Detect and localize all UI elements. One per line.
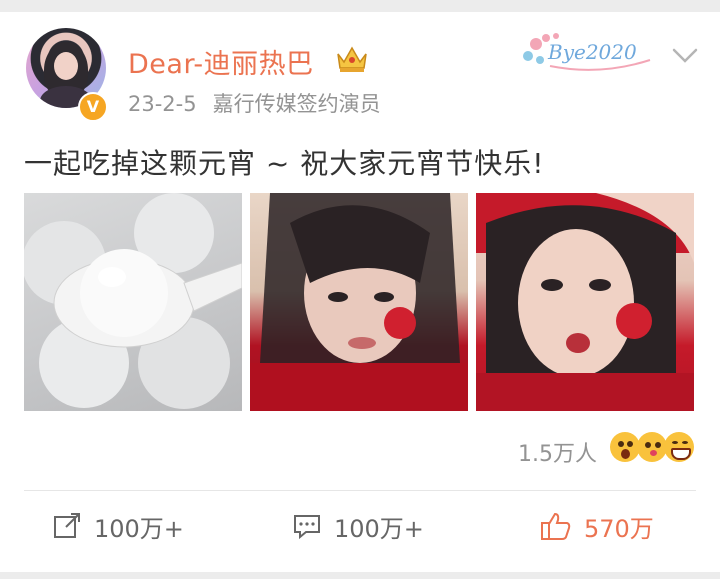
post-text: 一起吃掉这颗元宵 ~ 祝大家元宵节快乐!	[24, 147, 545, 180]
shocked-emoji-icon[interactable]	[610, 432, 640, 462]
action-divider	[24, 490, 696, 491]
repost-count: 100万+	[94, 514, 184, 543]
top-spacer	[0, 0, 720, 12]
reactions-count[interactable]: 1.5万人	[518, 436, 597, 468]
comment-count: 100万+	[334, 514, 424, 543]
like-button[interactable]: 570万	[540, 508, 654, 544]
username[interactable]: Dear-迪丽热巴	[128, 42, 314, 81]
post-meta: 23-2-5 嘉行传媒签约演员	[128, 88, 381, 118]
avatar-face	[54, 52, 78, 80]
tangyuan-illustration	[24, 193, 242, 409]
bottom-spacer	[0, 572, 720, 579]
verified-badge-icon: V	[78, 92, 108, 122]
post-date: 23-2-5	[128, 92, 197, 116]
post-image-tangyuan[interactable]	[24, 193, 242, 411]
share-icon	[54, 513, 80, 538]
selfie-illustration-1	[250, 193, 468, 411]
kiss-emoji-icon[interactable]	[637, 432, 667, 462]
chevron-down-icon[interactable]	[670, 44, 700, 66]
post-image-selfie-2[interactable]	[476, 193, 694, 411]
comment-icon	[294, 515, 320, 540]
comment-button[interactable]: 100万+	[292, 508, 424, 544]
like-count: 570万	[584, 514, 654, 543]
post-image-selfie-1[interactable]	[250, 193, 468, 411]
post-source: 嘉行传媒签约演员	[212, 92, 381, 116]
crown-icon[interactable]	[334, 44, 370, 74]
selfie-illustration-2	[476, 193, 694, 411]
bye2020-label: Bye2020	[548, 40, 637, 64]
repost-button[interactable]: 100万+	[52, 508, 184, 544]
grin-emoji-icon[interactable]	[664, 432, 694, 462]
thumbs-up-icon	[541, 512, 571, 540]
